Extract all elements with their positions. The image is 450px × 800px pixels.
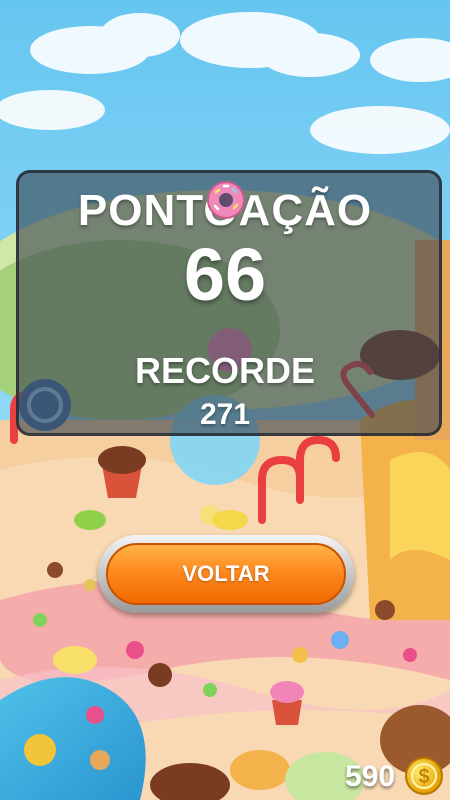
record-label: RECORDE (134, 350, 316, 391)
svg-text:$: $ (418, 766, 429, 788)
donut-icon (207, 181, 245, 219)
record-value: 271 (199, 398, 251, 431)
back-button[interactable]: VOLTAR (106, 543, 346, 605)
back-button-frame: VOLTAR (98, 535, 354, 613)
score-value: 66 (183, 233, 267, 316)
coin-count: 590 (345, 760, 396, 793)
coin-icon: $ (405, 757, 443, 795)
